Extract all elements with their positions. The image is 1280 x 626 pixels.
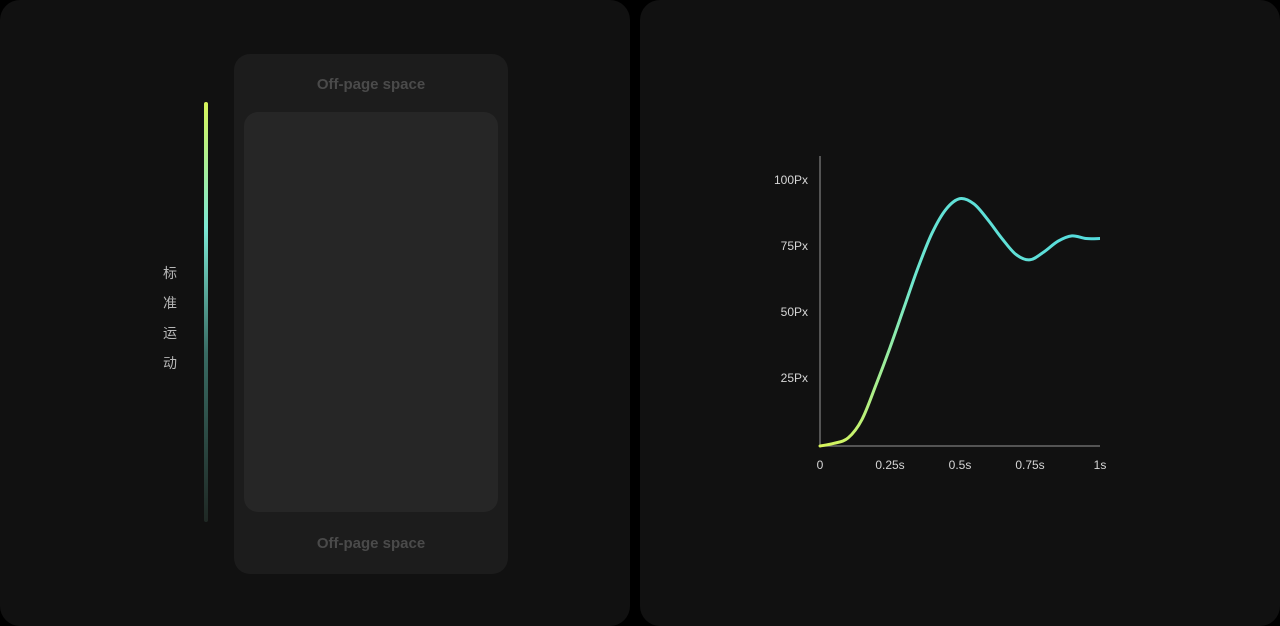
y-tick-label: 50Px [758, 305, 808, 319]
easing-curve [820, 198, 1100, 446]
chart-svg [800, 156, 1100, 486]
easing-chart: 100Px 75Px 50Px 25Px 0 0.25s 0.5s 0.75s … [800, 156, 1100, 486]
y-tick-label: 25Px [758, 371, 808, 385]
y-tick-label: 100Px [758, 173, 808, 187]
y-tick-label: 75Px [758, 239, 808, 253]
vertical-label-char: 运 [163, 318, 179, 348]
gradient-bar [204, 102, 208, 522]
vertical-label-char: 准 [163, 288, 179, 318]
x-tick-label: 0.25s [870, 458, 910, 472]
offpage-label-top: Off-page space [234, 76, 508, 93]
panel-motion-preview: 标 准 运 动 Off-page space Off-page space [0, 0, 630, 626]
offpage-label-bottom: Off-page space [234, 535, 508, 552]
x-tick-label: 1s [1080, 458, 1120, 472]
device-frame: Off-page space Off-page space [234, 54, 508, 574]
vertical-label-char: 动 [163, 348, 179, 378]
x-tick-label: 0.75s [1010, 458, 1050, 472]
vertical-label: 标 准 运 动 [163, 258, 179, 378]
x-tick-label: 0 [800, 458, 840, 472]
x-tick-label: 0.5s [940, 458, 980, 472]
page-card [244, 112, 498, 512]
panel-easing-chart: 100Px 75Px 50Px 25Px 0 0.25s 0.5s 0.75s … [640, 0, 1280, 626]
vertical-label-char: 标 [163, 258, 179, 288]
